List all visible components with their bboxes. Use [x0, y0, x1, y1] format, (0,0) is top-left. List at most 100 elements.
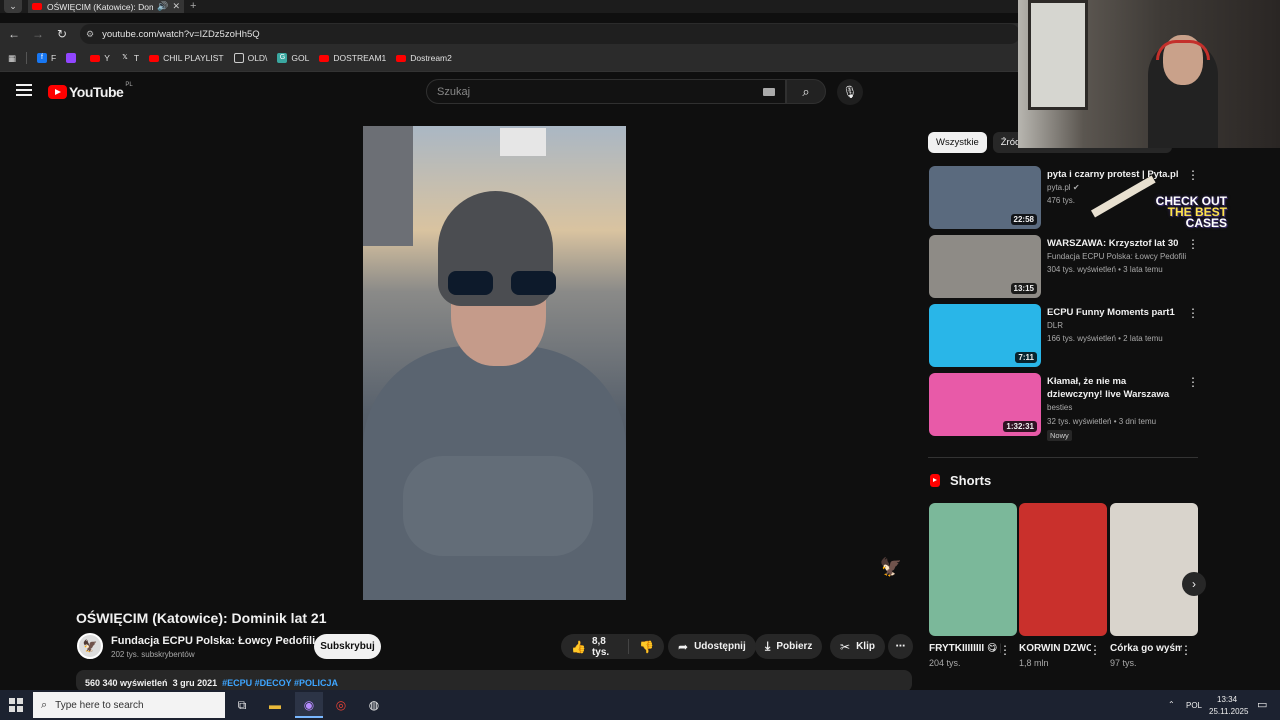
- input-language[interactable]: POL: [1186, 701, 1202, 710]
- recommended-video[interactable]: 7:11 ECPU Funny Moments part1 DLR 166 ty…: [929, 304, 1199, 368]
- more-options-icon[interactable]: ⋮: [1180, 643, 1192, 657]
- bookmark-chil-playlist[interactable]: CHIL PLAYLIST: [149, 53, 224, 63]
- youtube-favicon-icon: [32, 3, 42, 10]
- headphones-icon: [1156, 40, 1210, 60]
- more-actions-button[interactable]: ⋯: [888, 634, 913, 659]
- channel-avatar[interactable]: 🦅: [77, 633, 103, 659]
- video-thumbnail[interactable]: 22:58: [929, 166, 1041, 229]
- verified-icon: ✔: [1072, 183, 1080, 192]
- voice-search-button[interactable]: 🎙: [837, 79, 863, 105]
- recommended-video[interactable]: 13:15 WARSZAWA: Krzysztof lat 30 Fundacj…: [929, 235, 1199, 299]
- notification-icon[interactable]: ▭: [1257, 698, 1267, 711]
- youtube-logo[interactable]: YouTube PL: [48, 82, 133, 100]
- tab-search-button[interactable]: ⌄: [4, 0, 22, 13]
- bookmark-dostream1[interactable]: DOSTREAM1: [319, 53, 386, 63]
- bookmark-dostream2[interactable]: Dostream2: [396, 53, 452, 63]
- recommended-video[interactable]: 1:32:31 Kłamał, że nie ma dziewczyny! li…: [929, 373, 1199, 445]
- download-icon: ⤓: [765, 639, 771, 653]
- chip-all[interactable]: Wszystkie: [928, 132, 987, 153]
- share-icon: ➦: [678, 639, 689, 654]
- search-icon: ⌕: [802, 84, 810, 99]
- tray-chevron-icon[interactable]: ⌃: [1168, 700, 1175, 709]
- gol-icon: G: [277, 53, 288, 63]
- task-view-icon[interactable]: ⧉: [228, 692, 256, 718]
- search-input[interactable]: Szukaj: [426, 79, 786, 104]
- hashtags[interactable]: #ECPU #DECOY #POLICJA: [222, 678, 338, 688]
- new-tab-button[interactable]: +: [190, 0, 196, 12]
- promo-text: CHECK OUT THE BEST CASES: [1155, 194, 1227, 230]
- taskbar-search-input[interactable]: ⌕ Type here to search: [33, 692, 225, 718]
- active-tab[interactable]: OŚWIĘCIM (Katowice): Dom 🔊 ✕: [28, 0, 184, 13]
- short-views: 204 tys.: [929, 658, 961, 668]
- download-button[interactable]: ⤓ Pobierz: [755, 634, 823, 659]
- clock-date[interactable]: 25.11.2025: [1209, 707, 1248, 716]
- short-thumbnail[interactable]: [1019, 503, 1107, 636]
- shorts-icon: [930, 474, 940, 487]
- speaker-icon[interactable]: 🔊: [157, 1, 168, 12]
- subscriber-count: 202 tys. subskrybentów: [111, 650, 195, 659]
- recommended-meta: 476 tys.: [1047, 196, 1076, 205]
- duration: 7:11: [1015, 352, 1037, 363]
- site-info-icon[interactable]: ⚙: [86, 29, 94, 40]
- promo-overlay: CHECK OUT THE BEST CASES: [1091, 160, 1227, 232]
- dislike-button[interactable]: 👎: [629, 640, 664, 654]
- short-item[interactable]: KORWIN DZWONI D... 1,8 mln ⋮: [1019, 503, 1107, 668]
- twitch-icon: [66, 53, 77, 63]
- apps-icon[interactable]: ▦: [8, 53, 16, 64]
- bookmark-y[interactable]: Y: [90, 53, 110, 63]
- chrome-icon[interactable]: ◎: [327, 692, 355, 718]
- windows-start-icon[interactable]: [9, 698, 23, 712]
- youtube-icon: [90, 54, 101, 62]
- recommended-channel: DLR: [1047, 321, 1064, 330]
- address-bar[interactable]: ⚙ youtube.com/watch?v=IZDz5zoHh5Q: [80, 24, 1020, 44]
- video-thumbnail[interactable]: 1:32:31: [929, 373, 1041, 436]
- microphone-icon: 🎙: [842, 85, 858, 99]
- clip-button[interactable]: ✂ Klip: [830, 634, 885, 659]
- video-thumbnail[interactable]: 13:15: [929, 235, 1041, 298]
- bookmark-old[interactable]: OLD\: [233, 53, 267, 63]
- close-tab-icon[interactable]: ✕: [172, 1, 180, 12]
- hamburger-menu-icon[interactable]: [16, 84, 32, 98]
- bookmark-f[interactable]: fF: [37, 53, 56, 63]
- more-options-icon[interactable]: ⋮: [1187, 237, 1199, 251]
- duration: 22:58: [1010, 214, 1037, 225]
- obs-icon[interactable]: ◍: [360, 692, 388, 718]
- shorts-heading: Shorts: [930, 473, 991, 488]
- short-title: Córka go wyśmiała, ...: [1110, 643, 1182, 654]
- bookmark-twitch[interactable]: [66, 53, 80, 63]
- search-button[interactable]: ⌕: [786, 79, 826, 104]
- back-icon[interactable]: ←: [6, 26, 22, 42]
- short-thumbnail[interactable]: [929, 503, 1017, 636]
- shorts-next-button[interactable]: ›: [1182, 572, 1206, 596]
- like-button[interactable]: 👍 8,8 tys.: [561, 636, 630, 658]
- video-thumbnail[interactable]: 7:11: [929, 304, 1041, 367]
- video-player[interactable]: [363, 126, 626, 600]
- more-options-icon[interactable]: ⋮: [1187, 306, 1199, 320]
- youtube-icon: [319, 54, 330, 62]
- clock-time[interactable]: 13:34: [1217, 695, 1237, 704]
- webcam-overlay: [1018, 0, 1280, 148]
- scissors-icon: ✂: [840, 639, 851, 654]
- duration: 1:32:31: [1003, 421, 1037, 432]
- more-options-icon[interactable]: ⋮: [1187, 375, 1199, 389]
- subscribe-button[interactable]: Subskrybuj: [314, 634, 381, 659]
- more-options-icon[interactable]: ⋮: [999, 643, 1011, 657]
- forward-icon[interactable]: →: [30, 26, 46, 42]
- more-options-icon[interactable]: ⋮: [1089, 643, 1101, 657]
- short-thumbnail[interactable]: [1110, 503, 1198, 636]
- bookmark-t[interactable]: 𝕏T: [120, 53, 139, 63]
- region-code: PL: [125, 82, 133, 88]
- channel-name[interactable]: Fundacja ECPU Polska: Łowcy Pedofili: [111, 635, 315, 647]
- youtube-play-icon: [48, 85, 67, 99]
- channel-watermark-icon[interactable]: 🦅: [878, 557, 904, 581]
- bookmark-gol[interactable]: G GOL: [277, 53, 309, 63]
- recommended-channel: pyta.pl ✔: [1047, 183, 1080, 192]
- short-item[interactable]: FRYTKIIIIIIII 😋 | Życie ... 204 tys. ⋮: [929, 503, 1017, 668]
- reload-icon[interactable]: ↻: [54, 26, 70, 42]
- file-explorer-icon[interactable]: ▬: [261, 692, 289, 718]
- keyboard-icon[interactable]: [763, 88, 775, 96]
- description-box[interactable]: 560 340 wyświetleń 3 gru 2021 #ECPU #DEC…: [76, 670, 912, 692]
- duration: 13:15: [1010, 283, 1037, 294]
- discord-app-icon[interactable]: ◉: [295, 692, 323, 718]
- share-button[interactable]: ➦ Udostępnij: [668, 634, 756, 659]
